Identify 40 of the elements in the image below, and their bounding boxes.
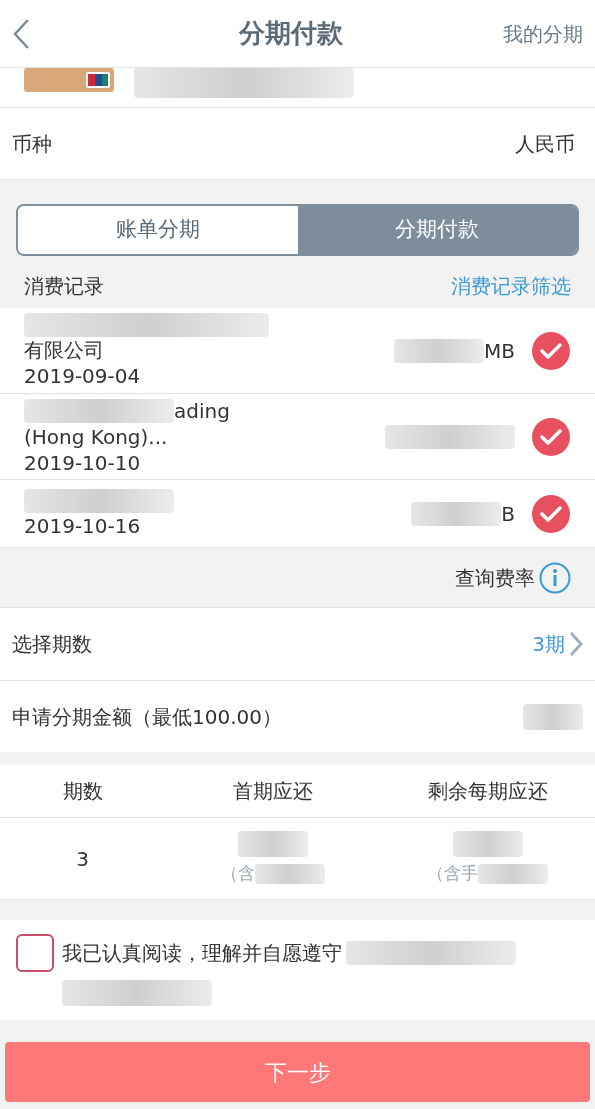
merchant-name: (Hong Kong)...: [24, 423, 169, 450]
table-cell-text: 3: [75, 845, 90, 873]
query-rate-link[interactable]: 查询费率: [455, 562, 535, 593]
chevron-right-icon[interactable]: [569, 631, 583, 657]
period-value[interactable]: 3期: [532, 629, 565, 659]
info-icon[interactable]: [539, 561, 571, 594]
column-header: 期数: [61, 778, 104, 805]
record-date: 2019-10-10: [24, 449, 142, 476]
segment-tab[interactable]: 账单分期: [18, 206, 298, 254]
record-amount: MB: [484, 337, 515, 365]
redaction-blur: [478, 863, 548, 884]
back-icon[interactable]: [12, 17, 30, 50]
record-date: 2019-10-16: [24, 512, 142, 539]
records-title: 消费记录: [24, 273, 104, 300]
redaction-blur: [523, 703, 583, 730]
next-step-button[interactable]: 下一步: [5, 1042, 590, 1102]
agreement-checkbox[interactable]: [16, 934, 54, 972]
agreement-text: 我已认真阅读，理解并自愿遵守: [62, 940, 342, 967]
merchant-name: ading: [174, 397, 230, 424]
currency-label: 币种: [12, 130, 52, 158]
checked-icon[interactable]: [531, 330, 571, 371]
records-filter-link[interactable]: 消费记录筛选: [451, 271, 571, 301]
fee-note: （含手: [427, 861, 478, 885]
fee-note: （含: [220, 861, 255, 885]
amount-label: 申请分期金额（最低100.00）: [12, 703, 282, 731]
my-installments-link[interactable]: 我的分期: [503, 18, 583, 49]
redaction-blur: [254, 863, 325, 884]
redaction-blur: [452, 830, 523, 857]
page-title: 分期付款: [238, 17, 343, 50]
column-header: 剩余每期应还: [426, 778, 549, 805]
merchant-name: 有限公司: [24, 336, 105, 363]
segment-tab[interactable]: 分期付款: [297, 206, 577, 254]
period-label: 选择期数: [12, 631, 92, 658]
column-header: 首期应还: [231, 778, 314, 805]
currency-value: 人民币: [515, 130, 575, 158]
record-amount: B: [501, 500, 515, 528]
checked-icon[interactable]: [531, 416, 571, 457]
redaction-blur: [237, 830, 308, 857]
checked-icon[interactable]: [531, 493, 571, 534]
record-date: 2019-09-04: [24, 362, 142, 389]
